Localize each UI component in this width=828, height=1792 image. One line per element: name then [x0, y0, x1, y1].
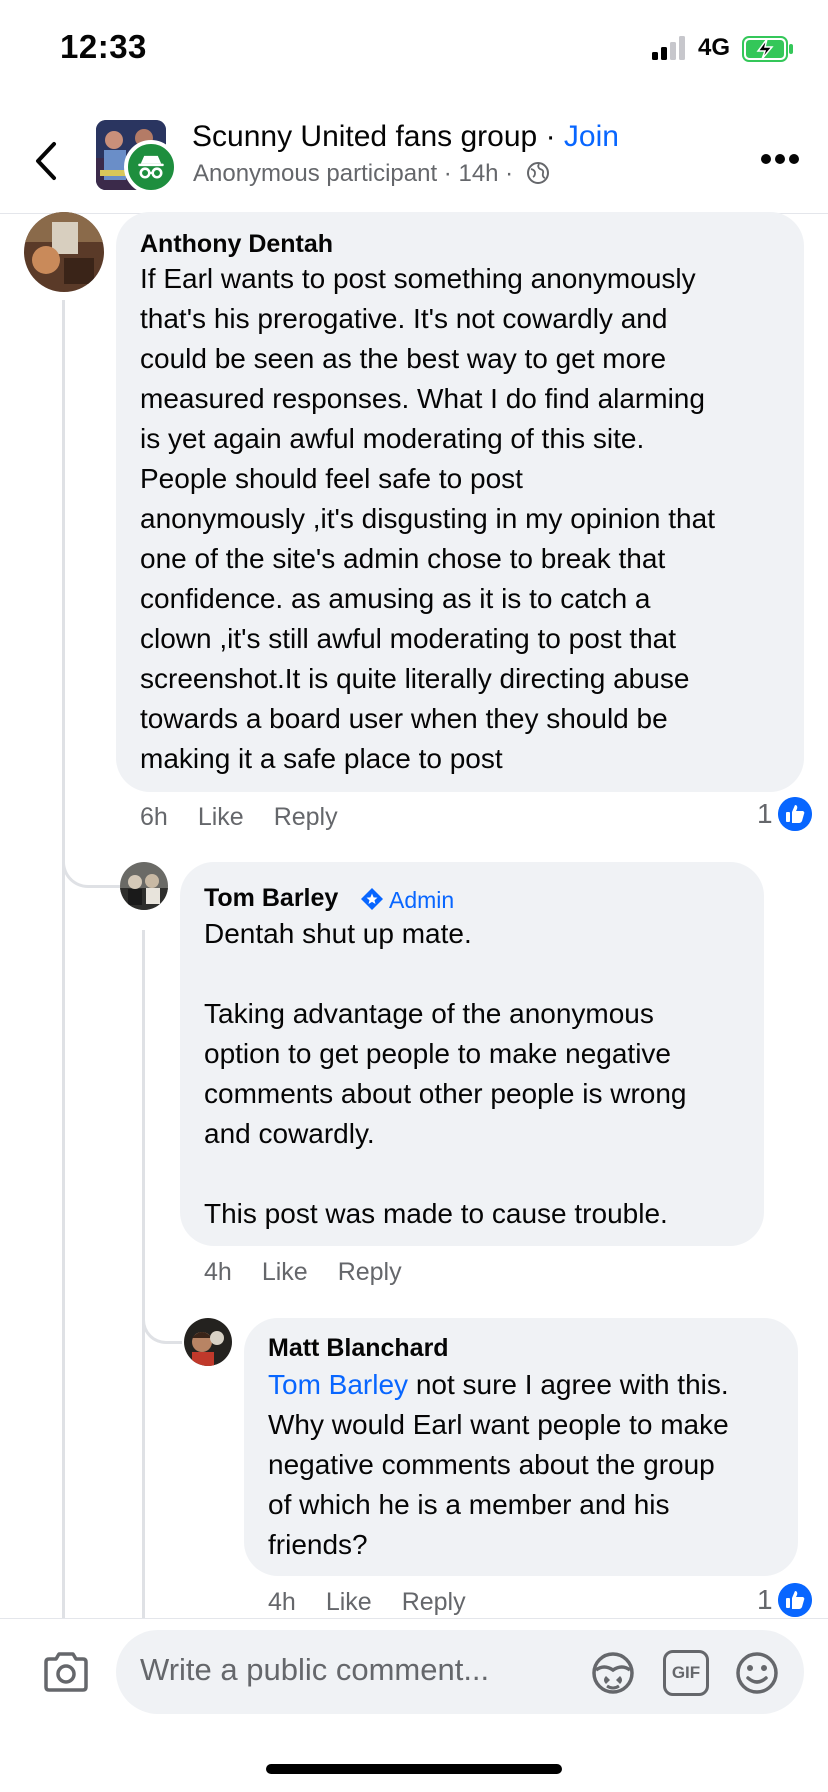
reaction-count: 1 — [757, 798, 773, 829]
comment-text: If Earl wants to post something anonymou… — [140, 263, 715, 774]
comment-time: 6h — [140, 803, 168, 831]
avatar-image — [120, 862, 168, 910]
emoji-icon[interactable] — [734, 1650, 780, 1696]
avatar[interactable] — [24, 212, 104, 292]
thumbs-up-icon[interactable] — [778, 1583, 812, 1617]
comment-time: 4h — [268, 1588, 296, 1616]
post-meta-text: Anonymous participant · 14h · — [193, 160, 514, 187]
avatar[interactable] — [120, 862, 168, 910]
comment-author[interactable]: Anthony Dentah — [140, 230, 333, 259]
comment-input-placeholder: Write a public comment... — [140, 1652, 490, 1687]
comment-first-line: Tom Barley not sure I agree with this. — [268, 1365, 729, 1405]
thread-connector — [142, 1300, 182, 1344]
avatar-image — [184, 1318, 232, 1366]
title-separator: · — [537, 120, 564, 153]
join-button[interactable]: Join — [564, 120, 619, 153]
comment-author[interactable]: Tom Barley — [204, 884, 338, 913]
camera-icon[interactable] — [42, 1652, 90, 1692]
admin-badge: Admin — [389, 887, 455, 913]
thumbs-up-icon[interactable] — [778, 797, 812, 831]
comment-text: Dentah shut up mate. Taking advantage of… — [204, 918, 687, 1229]
incognito-icon — [124, 140, 178, 194]
group-name[interactable]: Scunny United fans group — [192, 120, 537, 153]
comment-actions: 4h Like Reply — [204, 1258, 432, 1287]
like-button[interactable]: Like — [326, 1588, 372, 1616]
chevron-left-icon[interactable] — [30, 140, 64, 182]
reply-button[interactable]: Reply — [402, 1588, 466, 1616]
thread-line — [62, 300, 65, 1618]
admin-badge-icon — [361, 888, 383, 910]
comment-actions: 6h Like Reply — [140, 803, 368, 832]
sticker-icon[interactable] — [590, 1650, 636, 1696]
thread-line — [142, 930, 145, 1618]
avatar-image — [24, 212, 104, 292]
battery-charging-icon — [742, 36, 793, 62]
comment-author[interactable]: Matt Blanchard — [268, 1334, 449, 1363]
globe-icon — [526, 162, 549, 184]
post-meta: Anonymous participant · 14h · — [193, 160, 550, 188]
thread-connector — [62, 844, 120, 888]
like-button[interactable]: Like — [198, 803, 244, 831]
gif-icon[interactable]: GIF — [663, 1650, 709, 1696]
reaction-count: 1 — [757, 1584, 773, 1615]
network-label: 4G — [698, 34, 731, 61]
mention-link[interactable]: Tom Barley — [268, 1369, 408, 1400]
reply-button[interactable]: Reply — [274, 803, 338, 831]
avatar[interactable] — [184, 1318, 232, 1366]
like-button[interactable]: Like — [262, 1258, 308, 1286]
status-time: 12:33 — [60, 28, 147, 65]
comment-actions: 4h Like Reply — [268, 1588, 496, 1617]
reply-button[interactable]: Reply — [338, 1258, 402, 1286]
signal-icon — [652, 36, 685, 60]
comment-text: Why would Earl want people to make negat… — [268, 1409, 729, 1560]
home-indicator — [266, 1764, 562, 1774]
more-horizontal-icon[interactable] — [760, 152, 800, 166]
group-title: Scunny United fans group · Join — [192, 120, 619, 154]
comment-text-start: not sure I agree with this. — [408, 1369, 729, 1400]
comment-time: 4h — [204, 1258, 232, 1286]
gif-label: GIF — [671, 1663, 701, 1682]
